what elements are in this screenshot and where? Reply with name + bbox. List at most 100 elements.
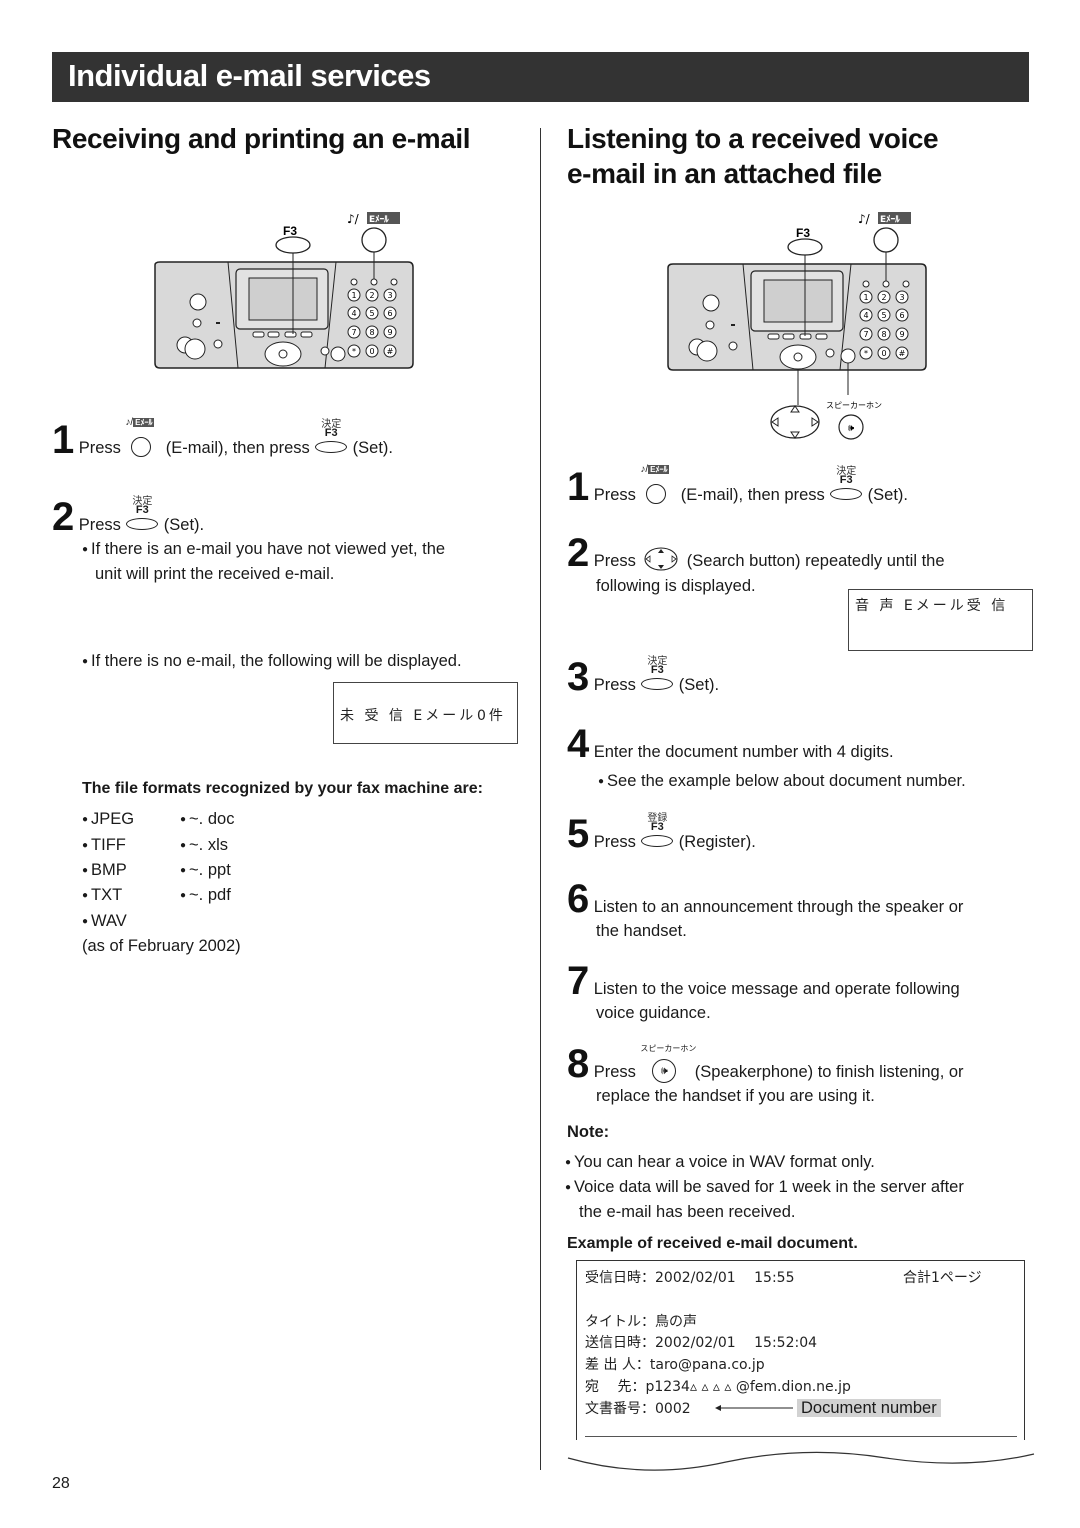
from-label: 差 出 人： — [585, 1357, 650, 1373]
svg-text:0: 0 — [881, 349, 886, 358]
step-text: Listen to the voice message and operate … — [593, 980, 960, 998]
svg-text:2: 2 — [881, 293, 886, 302]
step-text: Press — [593, 486, 636, 504]
from-value: taro@pana.co.jp — [649, 1357, 765, 1373]
svg-text:9: 9 — [387, 328, 392, 337]
email-button-icon: ♪/Eﾒｰﾙ — [125, 417, 155, 459]
banner-title: Individual e-mail services — [68, 58, 431, 93]
right-step-4: 4 Enter the document number with 4 digit… — [567, 724, 894, 765]
svg-text:5: 5 — [881, 311, 886, 320]
step-text: Press — [78, 516, 121, 534]
docnum-value: 0002 — [655, 1401, 691, 1417]
svg-text:0: 0 — [369, 347, 374, 356]
step-number: 1 — [567, 465, 590, 509]
left-step-1: 1 Press ♪/Eﾒｰﾙ (E-mail), then press 決定 F3… — [52, 417, 394, 462]
format-item: ~. doc — [180, 806, 234, 833]
right-step-7-cont: voice guidance. — [596, 1004, 711, 1022]
example-email-document: 受信日時：2002/02/01 15:55 合計1ページ タイトル：鳥の声 送信… — [576, 1260, 1025, 1461]
email-key-badge-icon: ♪/ Eﾒｰﾙ — [347, 212, 400, 226]
step-text: Press — [593, 676, 636, 694]
sent-value: 2002/02/01 15:52:04 — [655, 1335, 818, 1351]
svg-text:🕪: 🕪 — [848, 423, 855, 434]
step-text: (E-mail), then press — [165, 439, 310, 457]
step-text: (E-mail), then press — [680, 486, 825, 504]
left-step-2-bullet: If there is an e-mail you have not viewe… — [82, 536, 445, 563]
svg-text:6: 6 — [387, 309, 392, 318]
f3-diagram-label: F3 — [796, 226, 810, 240]
lcd-count: 0件 — [477, 708, 506, 724]
step-text: Press — [78, 439, 121, 457]
right-step-2-cont: following is displayed. — [596, 577, 756, 595]
email-key-icon — [361, 227, 387, 253]
f3-set-key-icon: 決定 F3 — [314, 419, 348, 459]
received-value: 2002/02/01 15:55 — [655, 1270, 795, 1286]
docnum-callout: Document number — [797, 1399, 941, 1418]
step-number: 5 — [567, 812, 590, 856]
svg-text:4: 4 — [351, 309, 356, 318]
format-item: BMP — [82, 857, 127, 884]
f3-diagram-label: F3 — [283, 224, 297, 238]
step-number: 6 — [567, 877, 590, 921]
sent-label: 送信日時： — [585, 1335, 655, 1351]
step-text: (Register). — [678, 833, 756, 851]
right-step-8: 8 Press スピーカーホン 🕪 (Speakerphone) to fini… — [567, 1044, 964, 1085]
right-step-5: 5 Press 登録 F3 (Register). — [567, 812, 756, 856]
format-item: ~. xls — [180, 832, 228, 859]
svg-text:5: 5 — [369, 309, 374, 318]
right-step-6: 6 Listen to an announcement through the … — [567, 879, 963, 920]
email-button-icon: ♪/Eﾒｰﾙ — [640, 464, 670, 506]
f3-key-icon — [275, 236, 311, 254]
callout-arrow-icon — [715, 1405, 793, 1411]
f3-set-key-icon: 決定 F3 — [640, 656, 674, 696]
step-text: Press — [593, 1063, 636, 1081]
right-step-2: 2 Press (Search button) repeatedly until… — [567, 533, 945, 574]
note-heading: Note: — [567, 1123, 610, 1141]
svg-text:7: 7 — [863, 330, 868, 339]
no-email-bullet: If there is no e-mail, the following wil… — [82, 648, 462, 675]
svg-text:8: 8 — [369, 328, 374, 337]
lcd-text: 未 受 信 Eメール — [340, 708, 477, 724]
title-label: タイトル： — [585, 1314, 655, 1330]
svg-text:Eﾒｰﾙ: Eﾒｰﾙ — [369, 214, 389, 225]
svg-text:*: * — [352, 347, 356, 356]
left-heading: Receiving and printing an e-mail — [52, 123, 471, 154]
step-text: (Set). — [352, 439, 394, 457]
email-key-icon — [873, 227, 899, 253]
search-button-icon — [770, 405, 820, 439]
to-label: 宛 先： — [585, 1379, 646, 1395]
svg-text:8: 8 — [881, 330, 886, 339]
svg-text:1: 1 — [351, 291, 356, 300]
right-step-3: 3 Press 決定 F3 (Set). — [567, 656, 719, 698]
search-button-icon — [644, 547, 678, 571]
section-banner: Individual e-mail services — [52, 52, 1029, 102]
svg-text:1: 1 — [863, 293, 868, 302]
svg-text:7: 7 — [351, 328, 356, 337]
step-text: Enter the document number with 4 digits. — [593, 743, 894, 761]
right-step-6-cont: the handset. — [596, 922, 687, 940]
speakerphone-button-icon: スピーカーホン 🕪 — [640, 1044, 696, 1083]
example-heading: Example of received e-mail document. — [567, 1235, 858, 1252]
step-number: 2 — [52, 495, 75, 539]
f3-set-key-icon: 決定 F3 — [125, 496, 159, 536]
column-divider — [540, 128, 541, 1470]
total-pages: 合計1ページ — [903, 1270, 982, 1286]
fax-panel-diagram-right: F3 ♪/ Eﾒｰﾙ 1 2 3 4 5 6 7 8 9 * 0 # スピーカー… — [667, 212, 927, 440]
step-text: Listen to an announcement through the sp… — [593, 898, 964, 916]
step-number: 8 — [567, 1042, 590, 1086]
step-text: (Speakerphone) to finish listening, or — [694, 1063, 964, 1081]
page-number: 28 — [52, 1475, 70, 1492]
torn-paper-edge — [566, 1440, 1036, 1471]
to-value: p1234▵ ▵ ▵ ▵ @fem.dion.ne.jp — [645, 1379, 851, 1395]
step-text: (Set). — [163, 516, 205, 534]
right-step-8-cont: replace the handset if you are using it. — [596, 1087, 875, 1105]
step-number: 1 — [52, 418, 75, 462]
formats-note: (as of February 2002) — [82, 937, 241, 955]
svg-text:#: # — [899, 349, 906, 358]
speakerphone-label: スピーカーホン — [826, 401, 882, 410]
right-heading-line1: Listening to a received voice — [567, 123, 939, 154]
f3-key-icon — [787, 238, 823, 256]
f3-register-key-icon: 登録 F3 — [640, 813, 674, 853]
format-item: ~. ppt — [180, 857, 231, 884]
step-text: (Search button) repeatedly until the — [686, 552, 945, 570]
note-item-cont: the e-mail has been received. — [579, 1203, 796, 1221]
